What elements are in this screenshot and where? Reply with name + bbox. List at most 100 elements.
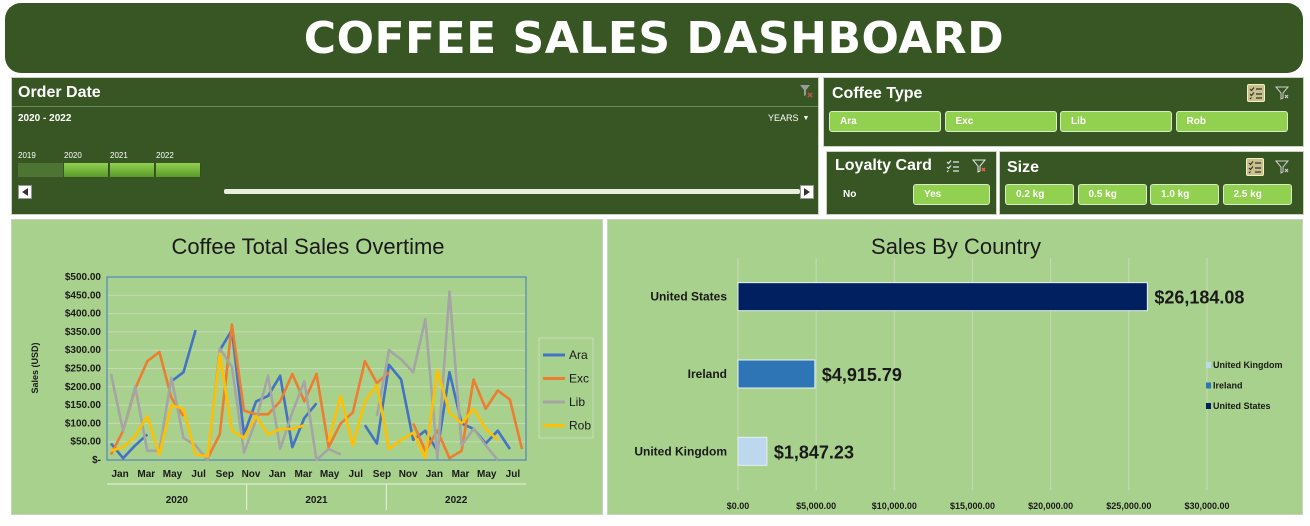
timeline-year-label: 2022 bbox=[156, 151, 174, 160]
x-tick-label: $0.00 bbox=[727, 501, 750, 511]
legend-label: Ireland bbox=[1213, 381, 1243, 391]
x-month-label: Mar bbox=[137, 469, 155, 480]
x-month-label: Mar bbox=[452, 469, 470, 480]
loyalty-item-no[interactable]: No bbox=[832, 184, 910, 205]
series-line-ara bbox=[170, 329, 197, 383]
x-tick-label: $25,000.00 bbox=[1106, 501, 1151, 511]
loyalty-card-slicer: Loyalty Card No Yes bbox=[826, 151, 997, 215]
x-tick-label: $10,000.00 bbox=[872, 501, 917, 511]
timeline-year-bar[interactable] bbox=[156, 163, 201, 177]
chart-title: Coffee Total Sales Overtime bbox=[171, 234, 444, 259]
y-tick-label: $500.00 bbox=[65, 272, 102, 283]
legend-label: Ara bbox=[569, 348, 588, 362]
y-tick-label: $150.00 bbox=[65, 400, 102, 411]
x-month-label: Jan bbox=[111, 469, 128, 480]
x-month-label: May bbox=[163, 469, 183, 480]
data-label: $26,184.08 bbox=[1154, 288, 1244, 308]
chevron-down-icon: ▼ bbox=[802, 114, 810, 122]
y-tick-label: $350.00 bbox=[65, 327, 102, 338]
clear-filter-icon[interactable] bbox=[1273, 84, 1291, 102]
coffee-type-slicer: Coffee Type Ara Exc Lib Rob bbox=[823, 77, 1304, 147]
timeline-year-bar[interactable] bbox=[110, 163, 155, 177]
time-level-label: YEARS bbox=[768, 113, 799, 123]
legend-swatch bbox=[1206, 382, 1211, 389]
triangle-right-icon bbox=[804, 188, 810, 196]
scroll-right-button[interactable] bbox=[800, 185, 814, 199]
divider bbox=[12, 106, 818, 107]
y-axis-label: Sales (USD) bbox=[30, 342, 40, 393]
series-line-exc bbox=[109, 350, 185, 456]
multi-select-icon[interactable] bbox=[1247, 84, 1265, 102]
sales-by-country-chart-panel: Sales By Country $0.00 $5,000.00 $10,000.00… bbox=[607, 219, 1303, 515]
timeline-year-bar[interactable] bbox=[18, 163, 63, 177]
coffee-type-item[interactable]: Lib bbox=[1060, 111, 1172, 132]
bar-united-kingdom bbox=[737, 436, 768, 466]
x-month-label: Nov bbox=[399, 469, 418, 480]
data-label: $4,915.79 bbox=[822, 365, 902, 385]
x-year-label: 2020 bbox=[166, 495, 189, 506]
multi-select-icon[interactable] bbox=[1246, 158, 1264, 176]
size-item[interactable]: 1.0 kg bbox=[1150, 184, 1219, 205]
x-tick-label: $20,000.00 bbox=[1028, 501, 1073, 511]
y-tick-label: $200.00 bbox=[65, 382, 102, 393]
clear-filter-icon[interactable] bbox=[970, 157, 988, 175]
category-label: United States bbox=[650, 290, 727, 304]
chart-title: Sales By Country bbox=[871, 234, 1041, 259]
timeline-year-label: 2020 bbox=[64, 151, 82, 160]
time-level-dropdown[interactable]: YEARS ▼ bbox=[768, 113, 809, 123]
timeline-scrollbar[interactable] bbox=[224, 189, 800, 194]
size-title: Size bbox=[1007, 159, 1040, 176]
bar-ireland bbox=[737, 359, 816, 389]
multi-select-icon[interactable] bbox=[944, 157, 962, 175]
size-item[interactable]: 2.5 kg bbox=[1222, 184, 1292, 205]
legend-label: Rob bbox=[569, 419, 591, 433]
x-month-label: Jul bbox=[349, 469, 364, 480]
size-item[interactable]: 0.2 kg bbox=[1005, 184, 1074, 205]
dashboard-title: COFFEE SALES DASHBOARD bbox=[303, 12, 1005, 64]
bar-united-states bbox=[737, 282, 1148, 312]
timeline-year-label: 2021 bbox=[110, 151, 128, 160]
y-tick-label: $- bbox=[92, 455, 101, 466]
legend-label: United States bbox=[1213, 401, 1271, 411]
y-tick-label: $450.00 bbox=[65, 290, 102, 301]
legend-label: Lib bbox=[569, 395, 585, 409]
x-tick-label: $15,000.00 bbox=[950, 501, 995, 511]
x-month-label: Jan bbox=[269, 469, 286, 480]
size-slicer: Size 0.2 kg 0.5 kg 1.0 kg 2.5 kg bbox=[999, 151, 1304, 215]
x-month-label: Sep bbox=[216, 469, 234, 480]
clear-filter-icon[interactable] bbox=[799, 84, 813, 98]
coffee-type-item[interactable]: Ara bbox=[829, 111, 941, 132]
sales-overtime-chart-panel: Coffee Total Sales Overtime $- $50.00 $100.… bbox=[11, 219, 603, 515]
x-year-label: 2022 bbox=[445, 495, 468, 506]
x-month-label: Jan bbox=[426, 469, 443, 480]
loyalty-card-title: Loyalty Card bbox=[835, 157, 932, 174]
timeline-year-bar[interactable] bbox=[64, 163, 109, 177]
x-month-label: Mar bbox=[295, 469, 313, 480]
category-label: United Kingdom bbox=[634, 444, 727, 458]
x-month-label: Jul bbox=[191, 469, 206, 480]
timeline-years: 2019 2020 2021 2022 bbox=[18, 151, 218, 181]
legend-swatch bbox=[1206, 362, 1211, 368]
category-label: Ireland bbox=[688, 367, 727, 381]
legend-swatch bbox=[1206, 403, 1211, 409]
coffee-type-item[interactable]: Rob bbox=[1175, 111, 1288, 132]
loyalty-item-yes[interactable]: Yes bbox=[913, 184, 990, 205]
x-month-label: May bbox=[477, 469, 497, 480]
size-item[interactable]: 0.5 kg bbox=[1077, 184, 1147, 205]
y-tick-label: $400.00 bbox=[65, 309, 102, 320]
sales-by-country-chart: Sales By Country $0.00 $5,000.00 $10,000.00… bbox=[634, 234, 1282, 511]
x-month-label: Jul bbox=[506, 469, 521, 480]
x-year-label: 2021 bbox=[305, 495, 328, 506]
x-month-label: Nov bbox=[242, 469, 261, 480]
order-date-title: Order Date bbox=[18, 84, 101, 101]
x-month-label: Sep bbox=[373, 469, 391, 480]
scroll-left-button[interactable] bbox=[18, 185, 32, 199]
x-tick-label: $5,000.00 bbox=[796, 501, 836, 511]
data-label: $1,847.23 bbox=[774, 442, 854, 462]
coffee-type-item[interactable]: Exc bbox=[944, 111, 1057, 132]
timeline-year-label: 2019 bbox=[18, 151, 36, 160]
clear-filter-icon[interactable] bbox=[1273, 158, 1291, 176]
y-tick-label: $50.00 bbox=[70, 437, 101, 448]
coffee-type-title: Coffee Type bbox=[832, 85, 923, 102]
triangle-left-icon bbox=[22, 188, 28, 196]
